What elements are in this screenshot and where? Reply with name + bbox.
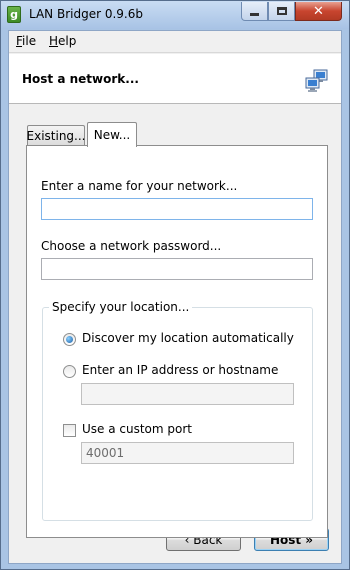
tab-panel-new: Enter a name for your network... Choose …	[26, 145, 328, 538]
network-computers-icon	[305, 69, 328, 92]
ip-address-input[interactable]	[81, 383, 294, 405]
app-window: g LAN Bridger 0.9.6b ✕ File Help Host a …	[0, 0, 350, 570]
custom-port-input[interactable]	[81, 442, 294, 464]
window-title: LAN Bridger 0.9.6b	[29, 7, 143, 21]
network-name-label: Enter a name for your network...	[41, 179, 238, 193]
close-button[interactable]: ✕	[295, 2, 342, 21]
maximize-button[interactable]	[268, 2, 295, 21]
network-name-input[interactable]	[41, 198, 313, 220]
menu-bar: File Help	[9, 31, 341, 53]
page-title: Host a network...	[22, 72, 139, 86]
app-logo-icon: g	[7, 6, 21, 23]
menu-file[interactable]: File	[14, 34, 38, 48]
maximize-icon	[276, 7, 287, 15]
tab-new[interactable]: New...	[87, 122, 137, 147]
minimize-button[interactable]	[241, 2, 268, 21]
custom-port-checkbox[interactable]	[63, 424, 76, 437]
discover-location-radio[interactable]	[63, 333, 76, 346]
close-icon: ✕	[313, 3, 324, 19]
menu-file-label: ile	[22, 34, 37, 48]
ip-address-label[interactable]: Enter an IP address or hostname	[82, 363, 278, 377]
location-group-label: Specify your location...	[49, 300, 193, 314]
page-header: Host a network...	[9, 54, 341, 104]
menu-help[interactable]: Help	[47, 34, 78, 48]
custom-port-label[interactable]: Use a custom port	[82, 422, 192, 436]
menu-help-label: elp	[58, 34, 77, 48]
ip-address-radio[interactable]	[63, 365, 76, 378]
menu-help-accel: H	[49, 34, 59, 48]
discover-location-label[interactable]: Discover my location automatically	[82, 331, 294, 345]
tab-existing[interactable]: Existing...	[27, 125, 86, 145]
network-password-input[interactable]	[41, 258, 313, 280]
minimize-icon	[250, 12, 259, 16]
title-bar[interactable]: g LAN Bridger 0.9.6b ✕	[1, 1, 349, 29]
location-groupbox: Specify your location... Discover my loc…	[42, 300, 313, 521]
client-area: File Help Host a network... Existing... …	[8, 30, 342, 564]
network-password-label: Choose a network password...	[41, 239, 222, 253]
